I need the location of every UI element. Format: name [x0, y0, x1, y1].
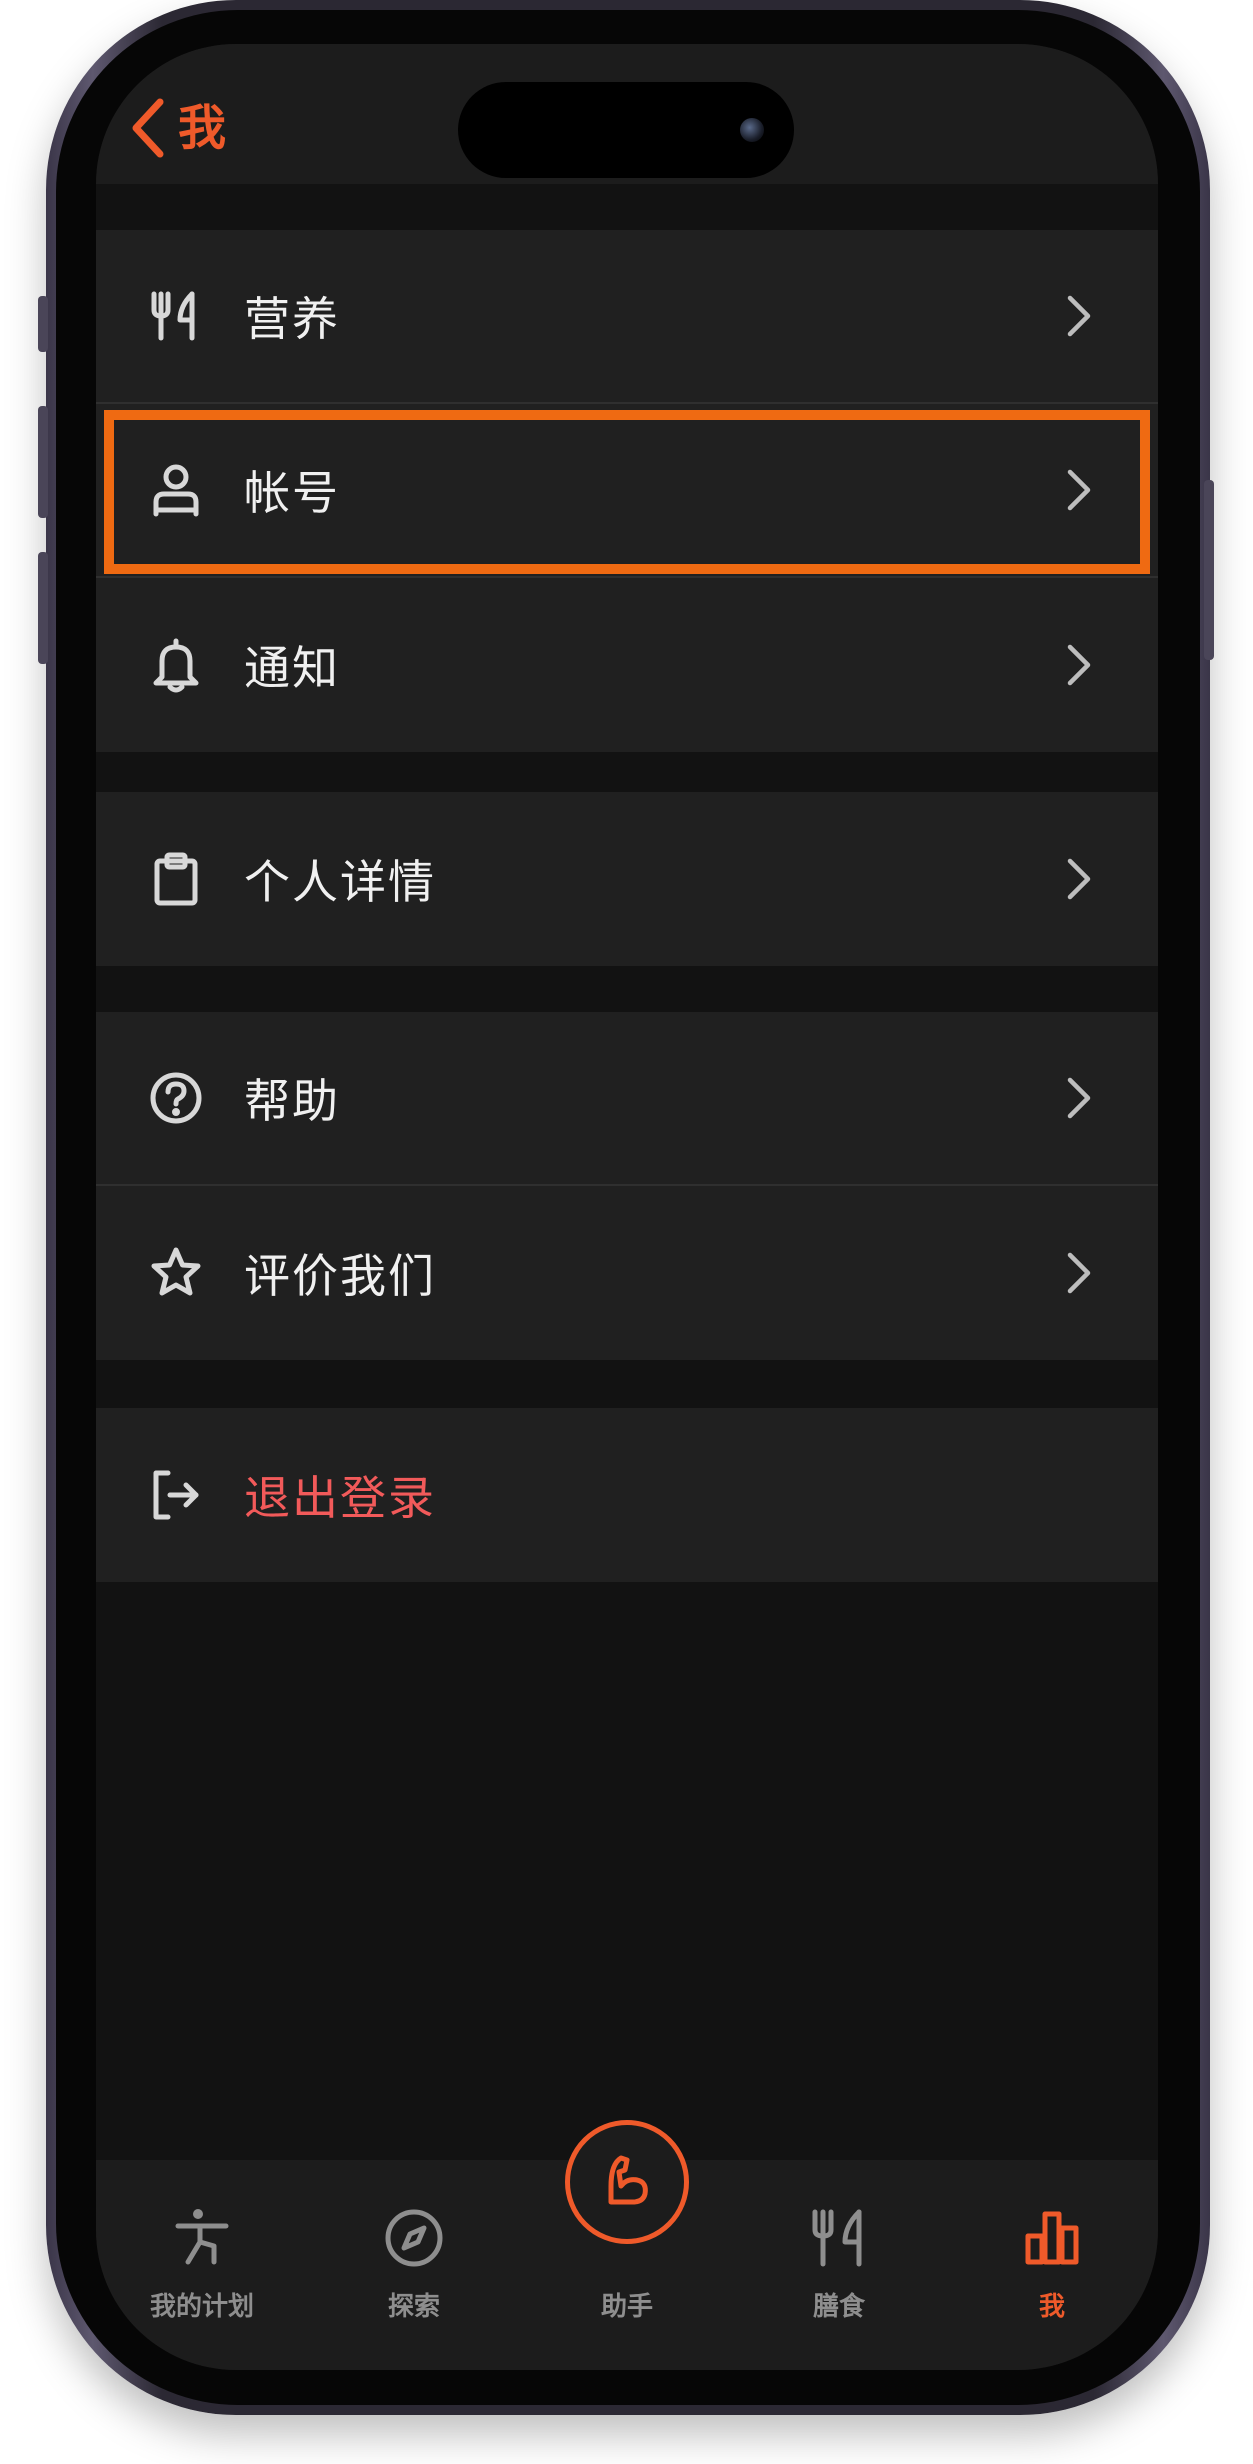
- tab-bar: 我的计划 探索 助手 膳食 我: [96, 2120, 1158, 2370]
- clipboard-icon: [144, 847, 208, 911]
- settings-row-label: 评价我们: [244, 1249, 436, 1303]
- side-button-silent: [38, 296, 48, 352]
- logout-icon: [144, 1463, 208, 1527]
- settings-group-1: 营养 帐号 通知: [96, 230, 1158, 752]
- chevron-right-icon: [1067, 295, 1091, 337]
- chevron-left-icon: [132, 98, 164, 158]
- chevron-right-icon: [1067, 1077, 1091, 1119]
- back-button[interactable]: 我: [130, 96, 226, 160]
- tab-label: 我: [1038, 2292, 1065, 2322]
- settings-row-help[interactable]: 帮助: [96, 1012, 1158, 1186]
- chevron-right-icon: [1067, 644, 1091, 686]
- settings-row-rate-us[interactable]: 评价我们: [96, 1186, 1158, 1360]
- tab-label: 探索: [387, 2292, 440, 2322]
- logout-label: 退出登录: [244, 1471, 436, 1525]
- settings-group-2: 个人详情: [96, 792, 1158, 966]
- settings-row-nutrition[interactable]: 营养: [96, 230, 1158, 404]
- tab-my-plan[interactable]: 我的计划: [96, 2160, 308, 2350]
- compass-icon: [385, 2209, 443, 2267]
- tab-assistant[interactable]: 助手: [521, 2120, 733, 2350]
- tab-label: 膳食: [812, 2292, 865, 2322]
- side-button-volume-down: [38, 552, 48, 664]
- settings-row-label: 通知: [244, 641, 340, 695]
- chevron-right-icon: [1067, 858, 1091, 900]
- tab-label: 助手: [600, 2292, 653, 2322]
- side-button-volume-up: [38, 406, 48, 518]
- chevron-right-icon: [1067, 1252, 1091, 1294]
- help-circle-icon: [144, 1066, 208, 1130]
- assistant-button-ring: [565, 2120, 689, 2244]
- settings-row-label: 帐号: [244, 466, 340, 520]
- tab-label: 我的计划: [149, 2292, 254, 2322]
- settings-row-account[interactable]: 帐号: [96, 404, 1158, 578]
- side-button-power: [1204, 480, 1214, 660]
- settings-row-label: 营养: [244, 292, 340, 346]
- fork-knife-icon: [144, 284, 208, 348]
- person-icon: [144, 458, 208, 522]
- tab-meals[interactable]: 膳食: [733, 2160, 945, 2350]
- tab-explore[interactable]: 探索: [308, 2160, 520, 2350]
- bar-chart-icon: [1025, 2211, 1079, 2265]
- settings-row-label: 个人详情: [244, 855, 436, 909]
- flexed-arm-icon: [608, 2155, 648, 2205]
- settings-row-label: 帮助: [244, 1074, 340, 1128]
- screen: 我 营养 帐号 通知 个人详情 帮助 评价我们 退出登录 我的计划 探索 助手 …: [96, 44, 1158, 2370]
- logout-row[interactable]: 退出登录: [96, 1408, 1158, 1582]
- chevron-right-icon: [1067, 469, 1091, 511]
- tab-me[interactable]: 我: [946, 2160, 1158, 2350]
- back-button-label: 我: [178, 100, 227, 156]
- star-icon: [144, 1241, 208, 1305]
- workout-figure-icon: [175, 2209, 229, 2265]
- dynamic-island: [458, 82, 794, 178]
- bell-icon: [144, 633, 208, 697]
- settings-group-4: 退出登录: [96, 1408, 1158, 1582]
- settings-row-notifications[interactable]: 通知: [96, 578, 1158, 752]
- fork-knife-icon: [812, 2209, 862, 2267]
- settings-group-3: 帮助 评价我们: [96, 1012, 1158, 1360]
- settings-row-personal-details[interactable]: 个人详情: [96, 792, 1158, 966]
- camera-lens: [740, 118, 764, 142]
